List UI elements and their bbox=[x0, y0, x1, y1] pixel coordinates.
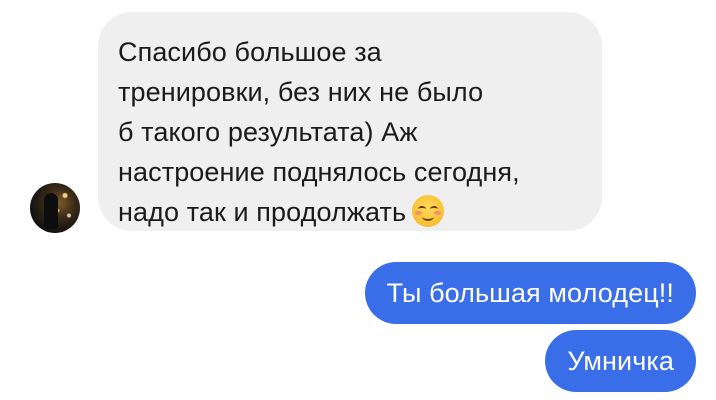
outgoing-message-bubble[interactable]: Умничка bbox=[545, 330, 696, 392]
message-line: Спасибо большое за bbox=[118, 37, 382, 67]
message-line-last: надо так и продолжать bbox=[118, 192, 580, 232]
avatar-figure bbox=[44, 193, 58, 229]
incoming-message-bubble[interactable]: Спасибо большое за тренировки, без них н… bbox=[98, 12, 602, 231]
avatar[interactable] bbox=[30, 183, 80, 233]
message-line: б такого результата) Аж bbox=[118, 117, 418, 147]
message-line-text: надо так и продолжать bbox=[118, 197, 407, 227]
message-line: настроение поднялось сегодня, bbox=[118, 157, 520, 187]
message-line: тренировки, без них не было bbox=[118, 77, 484, 107]
outgoing-message-bubble[interactable]: Ты большая молодец!! bbox=[364, 262, 696, 324]
smiling-face-emoji-icon bbox=[412, 195, 445, 227]
chat-thread: Спасибо большое за тренировки, без них н… bbox=[0, 0, 716, 400]
